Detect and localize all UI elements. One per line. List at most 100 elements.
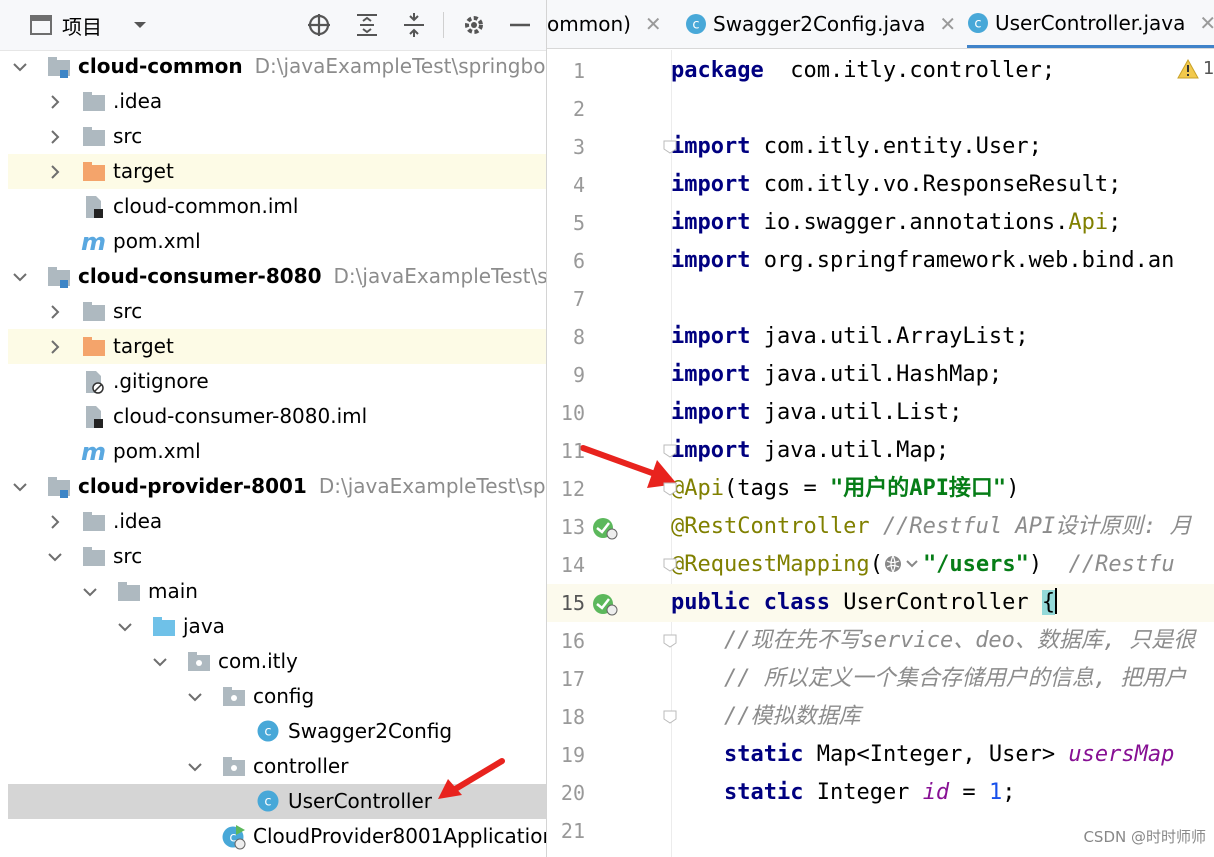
code-token: Map<Integer, User>	[803, 742, 1069, 767]
chevron-right-icon[interactable]	[43, 294, 67, 329]
chevron-right-icon[interactable]	[43, 119, 67, 154]
chevron-down-icon[interactable]	[8, 259, 32, 294]
warning-indicator[interactable]: 1	[1177, 58, 1214, 79]
code-token: Integer	[803, 780, 923, 805]
folder-icon	[116, 579, 142, 605]
line-number: 16	[560, 629, 585, 653]
chevron-down-icon[interactable]	[183, 679, 207, 714]
class-icon: c	[968, 12, 988, 33]
tree-node-com-itly[interactable]: com.itly	[8, 644, 546, 679]
line-number: 6	[572, 249, 585, 273]
tree-node-java[interactable]: java	[8, 609, 546, 644]
tree-node-src[interactable]: src	[8, 294, 546, 329]
tab-swagger2config[interactable]: c Swagger2Config.java ✕	[685, 0, 956, 48]
tab-common[interactable]: ommon) ✕	[547, 0, 662, 48]
code-token: com.itly.entity.User;	[750, 134, 1042, 159]
code-token: (tags =	[723, 476, 830, 501]
code-line: import com.itly.entity.User;	[671, 128, 1214, 166]
chevron-down-icon[interactable]	[113, 609, 137, 644]
fold-marker-icon[interactable]	[663, 709, 677, 724]
chevron-down-icon[interactable]	[148, 644, 172, 679]
web-endpoint-icon[interactable]	[883, 552, 923, 577]
tree-node-pom-xml[interactable]: m pom.xml	[8, 434, 546, 469]
code-token: @RequestMapping	[671, 552, 870, 577]
minimize-button[interactable]	[508, 0, 532, 50]
code-token: import	[671, 324, 751, 349]
tree-node-swagger2config[interactable]: c Swagger2Config	[8, 714, 546, 749]
chevron-down-icon[interactable]	[8, 49, 32, 84]
tree-node-target[interactable]: target	[8, 154, 546, 189]
code-line: import io.swagger.annotations.Api;	[671, 204, 1214, 242]
tree-node-gitignore[interactable]: .gitignore	[8, 364, 546, 399]
tab-usercontroller[interactable]: c UserController.java ✕	[967, 0, 1214, 48]
fold-marker-icon[interactable]	[663, 443, 677, 458]
target-folder-icon	[81, 334, 107, 360]
locate-button[interactable]	[306, 0, 332, 50]
code-area[interactable]: package com.itly.controller; import com.i…	[671, 50, 1214, 857]
tree-node-main[interactable]: main	[8, 574, 546, 609]
code-line: import java.util.ArrayList;	[671, 318, 1214, 356]
chevron-right-icon[interactable]	[43, 504, 67, 539]
spring-bean-icon[interactable]	[591, 591, 619, 621]
fold-marker-icon[interactable]	[663, 557, 677, 572]
chevron-right-icon[interactable]	[43, 329, 67, 364]
line-number: 14	[560, 553, 585, 577]
close-icon[interactable]: ✕	[939, 12, 956, 36]
code-token: static	[723, 780, 804, 805]
tree-node-idea[interactable]: .idea	[8, 504, 546, 539]
chevron-down-icon[interactable]	[78, 574, 102, 609]
warning-count: 1	[1203, 58, 1214, 79]
iml-file-icon	[81, 194, 107, 220]
tree-node-cloud-consumer-8080-iml[interactable]: cloud-consumer-8080.iml	[8, 399, 546, 434]
tree-node-idea[interactable]: .idea	[8, 84, 546, 119]
fold-marker-icon[interactable]	[663, 633, 677, 648]
tree-node-cloud-provider-8001[interactable]: cloud-provider-8001 D:\javaExampleTest\sp…	[8, 469, 546, 504]
tree-node-cloud-common-iml[interactable]: cloud-common.iml	[8, 189, 546, 224]
chevron-right-icon[interactable]	[43, 154, 67, 189]
code-token: io.swagger.annotations.	[750, 210, 1069, 235]
minimize-icon	[510, 23, 530, 27]
locate-icon	[308, 14, 330, 36]
fold-marker-icon[interactable]	[663, 139, 677, 154]
tree-node-label: src	[113, 544, 143, 568]
annotation-arrow	[438, 758, 505, 799]
line-number: 9	[572, 363, 585, 387]
code-token: ;	[1002, 780, 1016, 805]
editor-panel: ommon) ✕ c Swagger2Config.java ✕ c UserC…	[547, 0, 1214, 857]
tab-label: Swagger2Config.java	[713, 12, 926, 36]
tree-node-cloud-consumer-8080[interactable]: cloud-consumer-8080 D:\javaExampleTest\sp…	[8, 259, 546, 294]
line-number: 5	[572, 211, 585, 235]
chevron-down-icon[interactable]	[43, 539, 67, 574]
expand-all-button[interactable]	[354, 0, 380, 50]
close-icon[interactable]: ✕	[645, 12, 662, 36]
tree-node-label: cloud-provider-8001	[78, 474, 307, 498]
spring-bean-icon[interactable]	[591, 515, 619, 545]
chevron-down-icon	[134, 22, 146, 28]
tree-node-src[interactable]: src	[8, 539, 546, 574]
spring-boot-class-icon: c	[221, 824, 247, 850]
tree-node-label: UserController	[288, 789, 432, 813]
tree-node-pom-xml[interactable]: m pom.xml	[8, 224, 546, 259]
chevron-down-icon[interactable]	[183, 749, 207, 784]
code-token: import	[671, 400, 751, 425]
tree-node-src[interactable]: src	[8, 119, 546, 154]
chevron-right-icon[interactable]	[43, 84, 67, 119]
code-line: // 所以定义一个集合存储用户的信息, 把用户	[671, 660, 1214, 698]
module-folder-icon	[46, 264, 72, 290]
fold-marker-icon[interactable]	[663, 481, 677, 496]
collapse-all-button[interactable]	[401, 0, 427, 50]
tree-node-config[interactable]: config	[8, 679, 546, 714]
chevron-down-icon[interactable]	[8, 469, 32, 504]
code-token: //模拟数据库	[723, 704, 861, 729]
tree-node-target[interactable]: target	[8, 329, 546, 364]
svg-text:c: c	[264, 795, 271, 810]
module-title: cloud-common D:\javaExampleTest\springboo…	[78, 49, 546, 84]
tree-node-cloud-common[interactable]: cloud-common D:\javaExampleTest\springboo…	[8, 49, 546, 84]
settings-button[interactable]	[461, 0, 487, 50]
project-view-selector[interactable]: 项目	[30, 0, 148, 50]
tree-node-cloudprovider8001application[interactable]: c CloudProvider8001Application	[8, 819, 546, 854]
close-icon[interactable]: ✕	[1199, 11, 1214, 35]
code-line: import com.itly.vo.ResponseResult;	[671, 166, 1214, 204]
